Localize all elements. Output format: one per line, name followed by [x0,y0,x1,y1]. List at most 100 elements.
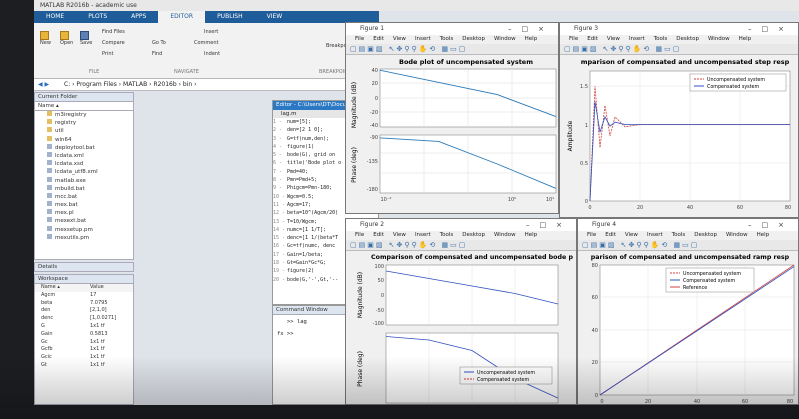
menu-file[interactable]: File [587,232,596,238]
toolbar-icons[interactable]: ▢▤▣▨ ↖✥⚲⚲✋⟲ ▦▭▢ [564,45,681,53]
insert-button[interactable]: Insert [204,29,218,35]
folder-list-item[interactable]: registry [35,119,133,127]
find-files-button[interactable]: Find Files [102,29,125,35]
indent-button[interactable]: Indent [204,51,220,57]
toolbar-icons[interactable]: ▢▤▣▨ ↖✥⚲⚲✋⟲ ▦▭▢ [350,241,467,249]
folder-list-item[interactable]: mex.pl [35,209,133,217]
tab-plots[interactable]: PLOTS [76,11,119,23]
figure-toolbar[interactable]: ▢▤▣▨ ↖✥⚲⚲✋⟲ ▦▭▢ [578,240,798,251]
folder-list-item[interactable]: deploytool.bat [35,143,133,152]
folder-list-item[interactable]: mexutils.pm [35,233,133,242]
toolbar-icons[interactable]: ▢▤▣▨ ↖✥⚲⚲✋⟲ ▦▭▢ [582,241,699,249]
menu-window[interactable]: Window [494,36,516,42]
menu-help[interactable]: Help [757,232,770,238]
print-button[interactable]: Print [102,51,114,57]
line-number: 3 - [273,135,283,142]
address-path[interactable]: C: › Program Files › MATLAB › R2016b › b… [64,81,196,88]
folder-list-item[interactable]: mbuild.bat [35,184,133,193]
folder-list-item[interactable]: mex.bat [35,201,133,209]
file-icon [47,192,52,198]
menu-edit[interactable]: Edit [587,36,598,42]
folder-list-item[interactable]: util [35,127,133,135]
figure-1-chart-title: Bode plot of uncompensated system [399,58,533,66]
new-button[interactable]: New [40,31,51,46]
folder-list-item[interactable]: matlab.exe [35,176,133,185]
menu-tools[interactable]: Tools [440,36,454,42]
menu-desktop[interactable]: Desktop [462,232,485,238]
menu-view[interactable]: View [393,232,406,238]
workspace-row[interactable]: denc [1,0.0271] [35,315,133,323]
folder-list-item[interactable]: lcdata.xml [35,151,133,160]
menu-tools[interactable]: Tools [672,232,686,238]
menu-desktop[interactable]: Desktop [694,232,717,238]
workspace-row[interactable]: Gain 0.5813 [35,331,133,339]
window-controls-icon[interactable]: –□× [508,23,554,35]
figure-toolbar[interactable]: ▢▤▣▨ ↖✥⚲⚲✋⟲ ▦▭▢ [346,240,576,251]
menu-tools[interactable]: Tools [654,36,668,42]
name-column-header[interactable]: Name ▴ [35,102,133,111]
figure-toolbar[interactable]: ▢▤▣▨ ↖✥⚲⚲✋⟲ ▦▭▢ [346,44,558,55]
workspace-row[interactable]: Gt 1x1 tf [35,362,133,370]
menu-view[interactable]: View [607,36,620,42]
menu-insert[interactable]: Insert [415,232,431,238]
workspace-row[interactable]: Agcm 17 [35,292,133,300]
menu-window[interactable]: Window [726,232,748,238]
menu-window[interactable]: Window [708,36,730,42]
menu-help[interactable]: Help [525,36,538,42]
go-to-button[interactable]: Go To [152,40,166,46]
compare-button[interactable]: Compare [102,40,125,46]
figure-1-window: Figure 1 –□× File Edit View Insert Tools Deskt… [345,22,559,214]
menu-edit[interactable]: Edit [373,36,384,42]
details-bar[interactable]: Details [34,262,134,272]
menu-insert[interactable]: Insert [629,36,645,42]
find-button[interactable]: Find [152,51,162,57]
menu-insert[interactable]: Insert [415,36,431,42]
menu-view[interactable]: View [625,232,638,238]
folder-list-item[interactable]: lcdata.xsd [35,160,133,168]
toolbar-icons[interactable]: ▢▤▣▨ ↖✥⚲⚲✋⟲ ▦▭▢ [350,45,467,53]
comment-button[interactable]: Comment [194,40,219,46]
workspace-row[interactable]: Gc 1x1 tf [35,339,133,347]
menu-desktop[interactable]: Desktop [462,36,485,42]
open-button[interactable]: Open [60,31,73,46]
folder-list-item[interactable]: mexext.bat [35,217,133,225]
menu-insert[interactable]: Insert [647,232,663,238]
menu-edit[interactable]: Edit [605,232,616,238]
menu-tools[interactable]: Tools [440,232,454,238]
back-arrow-icon[interactable]: ◀ ▶ [38,79,49,91]
menu-help[interactable]: Help [739,36,752,42]
menu-view[interactable]: View [393,36,406,42]
window-controls-icon[interactable]: –□× [748,23,794,35]
folder-list-item[interactable]: lcdata_utf8.xml [35,168,133,176]
workspace-row[interactable]: beta 7.0795 [35,300,133,308]
window-controls-icon[interactable]: –□× [526,219,572,231]
menu-file[interactable]: File [569,36,578,42]
magnitude-ylabel: Magnitude (dB) [351,82,358,128]
folder-list-item[interactable]: win64 [35,135,133,144]
tab-view[interactable]: VIEW [255,11,295,23]
workspace-row[interactable]: Gcfb 1x1 tf [35,346,133,354]
menu-help[interactable]: Help [525,232,538,238]
tab-editor[interactable]: EDITOR [158,11,206,23]
menu-file[interactable]: File [355,232,364,238]
workspace-row[interactable]: den [2,1,0] [35,307,133,315]
legend-entry: Uncompensated system [477,370,535,376]
menu-edit[interactable]: Edit [373,232,384,238]
workspace-row[interactable]: G 1x1 tf [35,323,133,331]
folder-list-item[interactable]: m3iregistry [35,111,133,119]
window-controls-icon[interactable]: –□× [748,219,794,231]
menu-desktop[interactable]: Desktop [676,36,699,42]
address-bar[interactable]: ◀ ▶ C: › Program Files › MATLAB › R2016b… [34,79,379,91]
x-tick: 0 [600,399,603,405]
menu-window[interactable]: Window [494,232,516,238]
folder-list-item[interactable]: mcc.bat [35,192,133,201]
tab-apps[interactable]: APPS [119,11,158,23]
figure-toolbar[interactable]: ▢▤▣▨ ↖✥⚲⚲✋⟲ ▦▭▢ [560,44,798,55]
tab-publish[interactable]: PUBLISH [205,11,255,23]
mag-tick: -50 [376,308,384,314]
tab-home[interactable]: HOME [34,11,76,23]
folder-list-item[interactable]: mexsetup.pm [35,225,133,234]
save-button[interactable]: Save [80,31,92,46]
menu-file[interactable]: File [355,36,364,42]
workspace-row[interactable]: Gcic 1x1 tf [35,354,133,362]
